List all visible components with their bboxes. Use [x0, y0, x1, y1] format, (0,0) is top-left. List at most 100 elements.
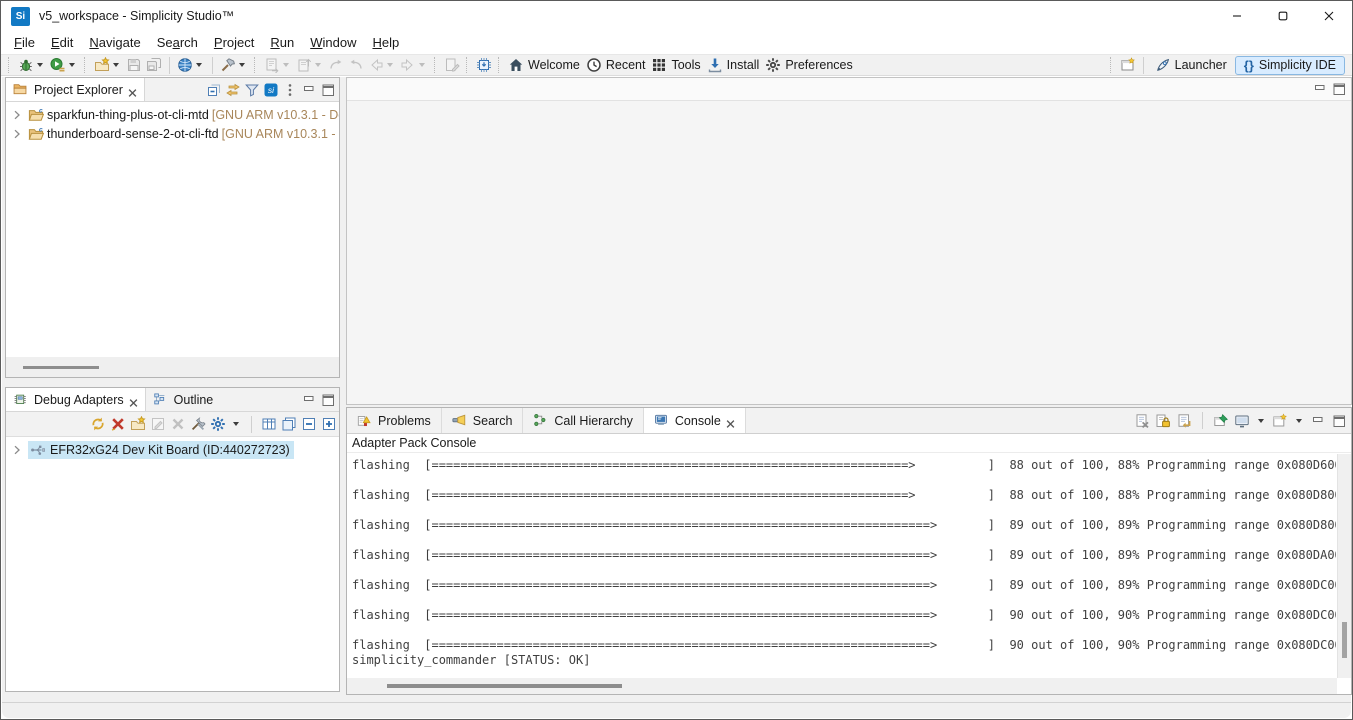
open-perspective-button[interactable]	[1118, 55, 1138, 75]
open-console-icon[interactable]	[1272, 413, 1288, 429]
welcome-button[interactable]: Welcome	[506, 55, 584, 75]
project-explorer-hscrollbar[interactable]	[6, 357, 339, 377]
forward-history-button[interactable]	[346, 55, 366, 75]
scroll-lock-icon[interactable]	[1155, 413, 1171, 429]
dropdown-arrow-icon[interactable]	[315, 63, 321, 67]
menu-run[interactable]: Run	[262, 33, 302, 52]
clear-console-icon[interactable]	[1134, 413, 1150, 429]
minimize-panel-icon[interactable]	[1310, 413, 1326, 429]
save-button[interactable]	[124, 55, 144, 75]
pin-console-icon[interactable]	[1213, 413, 1229, 429]
scrollbar-thumb[interactable]	[387, 684, 622, 688]
menu-window[interactable]: Window	[302, 33, 364, 52]
tab-debug-adapters[interactable]: Debug Adapters	[6, 388, 146, 411]
console-hscrollbar[interactable]	[347, 678, 1337, 694]
tab-problems[interactable]: Problems	[347, 408, 442, 433]
new-wizard-button[interactable]	[92, 55, 124, 75]
minimize-button[interactable]	[1214, 1, 1260, 31]
scrollbar-thumb[interactable]	[23, 366, 99, 369]
dropdown-arrow-icon[interactable]	[283, 63, 289, 67]
tab-call-hierarchy[interactable]: Call Hierarchy	[523, 408, 644, 433]
maximize-panel-icon[interactable]	[320, 392, 336, 408]
perspective-simplicity-ide-button[interactable]: {} Simplicity IDE	[1235, 56, 1345, 75]
project-row[interactable]: cthunderboard-sense-2-ot-cli-ftd[GNU ARM…	[6, 124, 339, 143]
box-minus-icon[interactable]	[301, 416, 317, 432]
save-all-button[interactable]	[144, 55, 164, 75]
close-button[interactable]	[1306, 1, 1352, 31]
preferences-button[interactable]: Preferences	[763, 55, 856, 75]
show-on-output-icon[interactable]	[1176, 413, 1192, 429]
tab-outline[interactable]: Outline	[146, 388, 221, 411]
tab-console[interactable]: Console	[644, 408, 746, 433]
menu-search[interactable]: Search	[149, 33, 206, 52]
dropdown-arrow-icon[interactable]	[239, 63, 245, 67]
last-edit-button[interactable]	[262, 55, 294, 75]
next-annotation-button[interactable]	[294, 55, 326, 75]
refresh-icon[interactable]	[90, 416, 106, 432]
new-group-icon[interactable]	[130, 416, 146, 432]
close-tab-icon[interactable]	[128, 85, 137, 94]
build-button[interactable]	[218, 55, 250, 75]
device-row[interactable]: EFR32xG24 Dev Kit Board (ID:440272723)	[6, 440, 339, 459]
scrollbar-thumb[interactable]	[1342, 622, 1347, 658]
chevron-right-icon[interactable]	[9, 126, 25, 142]
link-editor-icon[interactable]	[225, 82, 241, 98]
dropdown-arrow-icon[interactable]	[196, 63, 202, 67]
debug-button[interactable]	[16, 55, 48, 75]
tools-button[interactable]: Tools	[649, 55, 704, 75]
minimize-panel-icon[interactable]	[301, 82, 317, 98]
copy-view-icon[interactable]	[281, 416, 297, 432]
back-button[interactable]	[366, 55, 398, 75]
chevron-right-icon[interactable]	[9, 107, 25, 123]
delete-icon[interactable]	[170, 416, 186, 432]
project-row[interactable]: csparkfun-thing-plus-ot-cli-mtd[GNU ARM …	[6, 105, 339, 124]
si-badge-icon[interactable]: si	[263, 82, 279, 98]
menu-navigate[interactable]: Navigate	[81, 33, 148, 52]
web-browser-button[interactable]	[175, 55, 207, 75]
menu-edit[interactable]: Edit	[43, 33, 81, 52]
wrench-icon[interactable]	[190, 416, 206, 432]
display-console-icon[interactable]	[1234, 413, 1250, 429]
filter-icon[interactable]	[244, 82, 260, 98]
menu-project[interactable]: Project	[206, 33, 262, 52]
box-plus-icon[interactable]	[321, 416, 337, 432]
maximize-panel-icon[interactable]	[1331, 81, 1347, 97]
flash-programmer-button[interactable]	[474, 55, 494, 75]
maximize-panel-icon[interactable]	[1331, 413, 1347, 429]
table-view-icon[interactable]	[261, 416, 277, 432]
menu-help[interactable]: Help	[364, 33, 407, 52]
recent-button[interactable]: Recent	[584, 55, 650, 75]
close-tab-icon[interactable]	[726, 416, 735, 425]
console-output[interactable]: flashing [==============================…	[348, 454, 1336, 678]
tab-project-explorer[interactable]: Project Explorer	[6, 78, 145, 101]
back-history-button[interactable]	[326, 55, 346, 75]
device-selection[interactable]: EFR32xG24 Dev Kit Board (ID:440272723)	[28, 441, 294, 459]
edit-icon[interactable]	[150, 416, 166, 432]
gear-blue-icon[interactable]	[210, 416, 226, 432]
dropdown-arrow-icon[interactable]	[69, 63, 75, 67]
open-resource-button[interactable]	[442, 55, 462, 75]
chevron-right-icon[interactable]	[9, 442, 25, 458]
maximize-panel-icon[interactable]	[320, 82, 336, 98]
dropdown-arrow-icon[interactable]	[37, 63, 43, 67]
close-tab-icon[interactable]	[129, 395, 138, 404]
minimize-panel-icon[interactable]	[301, 392, 317, 408]
dropdown-arrow-icon[interactable]	[1296, 419, 1302, 423]
run-button[interactable]	[48, 55, 80, 75]
dropdown-arrow-icon[interactable]	[113, 63, 119, 67]
dropdown-arrow-icon[interactable]	[387, 63, 393, 67]
console-vscrollbar[interactable]	[1337, 454, 1351, 678]
dropdown-arrow-icon[interactable]	[1258, 419, 1264, 423]
tab-search[interactable]: Search	[442, 408, 524, 433]
forward-button[interactable]	[398, 55, 430, 75]
dropdown-arrow-icon[interactable]	[233, 422, 239, 426]
perspective-launcher-button[interactable]: Launcher	[1149, 56, 1235, 74]
view-menu-icon[interactable]	[282, 82, 298, 98]
dropdown-arrow-icon[interactable]	[419, 63, 425, 67]
menu-file[interactable]: File	[6, 33, 43, 52]
collapse-all-icon[interactable]	[206, 82, 222, 98]
minimize-panel-icon[interactable]	[1312, 81, 1328, 97]
disconnect-icon[interactable]	[110, 416, 126, 432]
maximize-button[interactable]	[1260, 1, 1306, 31]
install-button[interactable]: Install	[705, 55, 764, 75]
